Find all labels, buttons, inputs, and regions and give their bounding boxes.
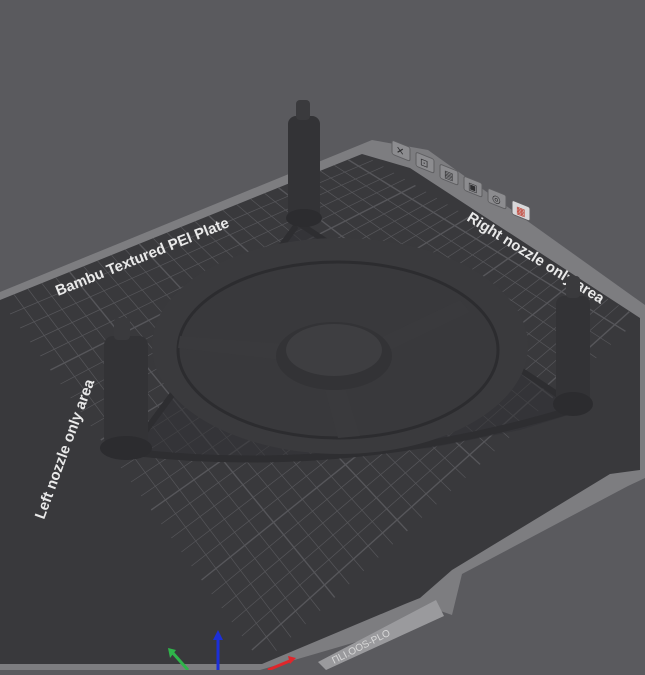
model-post-back: [286, 100, 322, 227]
model-hub-top: [286, 324, 382, 376]
3d-viewport[interactable]: Bambu Textured PEI Plate Right nozzle on…: [0, 0, 645, 672]
viewport-scene[interactable]: Bambu Textured PEI Plate Right nozzle on…: [0, 0, 645, 672]
model-post-left: [100, 318, 152, 460]
